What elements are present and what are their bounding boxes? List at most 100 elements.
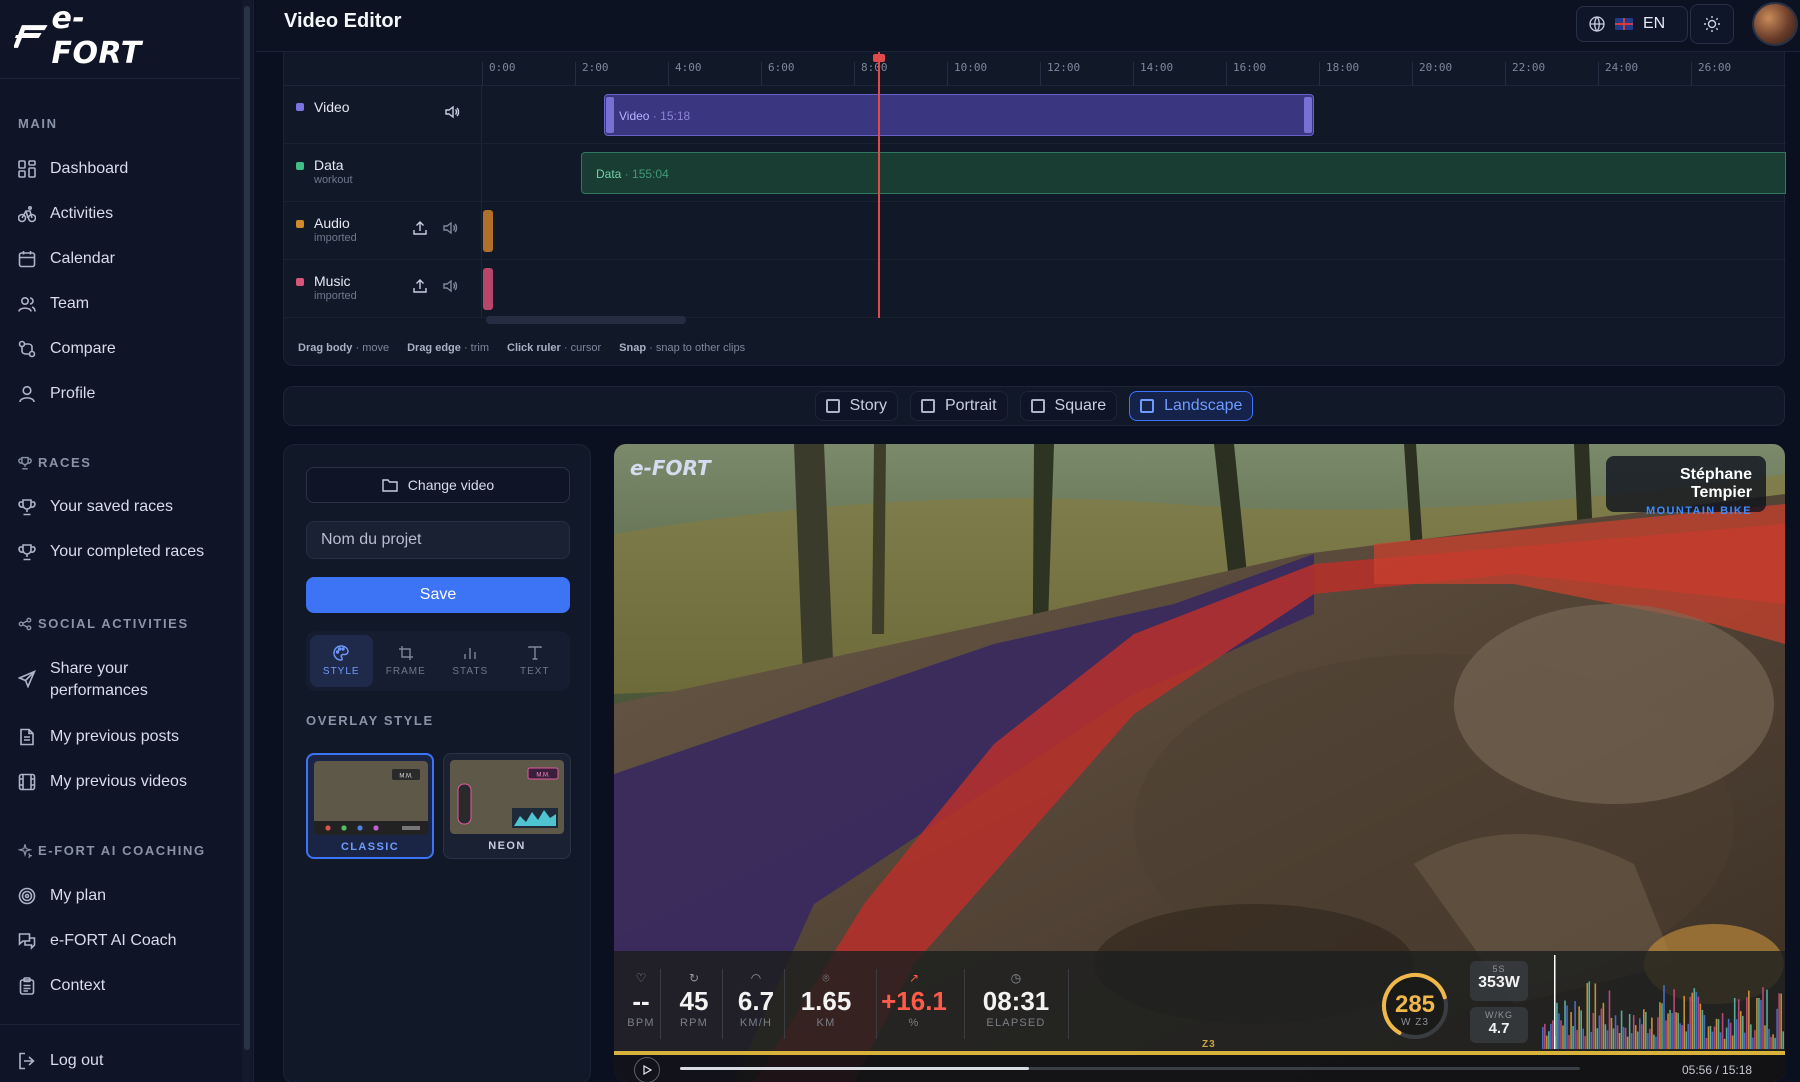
sidebar-item-calendar[interactable]: Calendar [18, 248, 238, 270]
timer-icon: ◷ [1010, 971, 1022, 985]
volume-icon[interactable] [442, 278, 458, 294]
sparkline-bar [1695, 991, 1698, 1049]
brand-logo[interactable]: e-FORT [14, 1, 174, 71]
style-option-neon[interactable]: M.M. NEON [443, 753, 571, 859]
track-video: Video Video · 15:18 [284, 86, 1786, 144]
stat-value: 45 [679, 986, 709, 1016]
tab-frame[interactable]: FRAME [375, 635, 438, 687]
sidebar-item-label: Calendar [50, 250, 115, 267]
tab-text[interactable]: TEXT [504, 635, 567, 687]
format-landscape-button[interactable]: Landscape [1129, 391, 1254, 421]
upload-icon[interactable] [412, 278, 428, 294]
track-name: Video [314, 99, 350, 115]
power-value: 285 [1394, 991, 1436, 1018]
volume-icon[interactable] [442, 220, 458, 236]
stat-divider [784, 969, 785, 1039]
sidebar-item-activities[interactable]: Activities [18, 203, 238, 225]
sparkline-bar [1588, 981, 1591, 1049]
sidebar-item-label: Profile [50, 385, 96, 402]
sparkline-bar [1564, 1000, 1566, 1049]
theme-toggle-button[interactable] [1690, 4, 1734, 44]
sparkline-bar [1610, 1017, 1613, 1049]
sparkline-bar [1687, 1023, 1690, 1049]
globe-icon [1589, 16, 1605, 32]
sidebar-scrollbar-thumb[interactable] [244, 6, 250, 1050]
sparkline-bar [1556, 1002, 1558, 1049]
clip-trim-handle-left[interactable] [606, 97, 614, 133]
format-portrait-button[interactable]: Portrait [909, 391, 1008, 421]
sparkline-bar [1580, 1010, 1582, 1049]
sidebar-item-previous-posts[interactable]: My previous posts [18, 726, 238, 748]
sidebar-item-previous-videos[interactable]: My previous videos [18, 771, 238, 793]
sparkline-bar [1542, 1027, 1544, 1049]
tab-style[interactable]: STYLE [310, 635, 373, 687]
style-option-classic[interactable]: M.M. CLASSIC [306, 753, 434, 859]
clip-trim-handle-right[interactable] [1304, 97, 1312, 133]
sparkline-bar [1566, 1005, 1568, 1049]
sparkline-bar [1725, 1027, 1728, 1049]
music-clip[interactable] [483, 268, 493, 310]
save-button[interactable]: Save [306, 577, 570, 613]
language-selector[interactable]: EN [1576, 6, 1688, 42]
upload-icon[interactable] [412, 220, 428, 236]
thumbnail-badge-text: M.M. [399, 774, 413, 780]
tab-label: FRAME [385, 666, 426, 677]
ruler-tick: 4:00 [668, 62, 702, 86]
stat-cadence: ↻ 45 RPM [659, 971, 729, 1029]
film-icon [18, 773, 36, 791]
video-preview[interactable]: e-FORT Stéphane Tempier MOUNTAIN BIKE ♡ … [614, 444, 1785, 1082]
sidebar-item-ai-coach[interactable]: e-FORT AI Coach [18, 930, 238, 952]
track-name: Data [314, 157, 344, 173]
sparkline-bar [1558, 1013, 1560, 1049]
sparkline-bar [1713, 1026, 1716, 1049]
thumbnail-badge-text: M.M. [536, 773, 550, 779]
data-clip[interactable]: Data · 155:04 [581, 152, 1786, 194]
audio-clip[interactable] [483, 210, 493, 252]
sparkline-bar [1570, 1012, 1572, 1049]
change-video-button[interactable]: Change video [306, 467, 570, 503]
ruler-tick: 16:00 [1226, 62, 1266, 86]
sparkline-bar [1679, 1023, 1681, 1049]
sparkline-bar [1746, 997, 1748, 1049]
sparkline-bar [1735, 1019, 1738, 1049]
ruler-tick: 18:00 [1319, 62, 1359, 86]
sidebar-item-dashboard[interactable]: Dashboard [18, 158, 238, 180]
section-social-label: SOCIAL ACTIVITIES [38, 616, 189, 631]
timeline-ruler[interactable]: 0:00 2:00 4:00 6:00 8:00 10:00 12:00 14:… [284, 52, 1786, 86]
ruler-tick: 14:00 [1133, 62, 1173, 86]
sparkline-bar [1665, 1020, 1667, 1049]
sidebar-item-share-performances[interactable]: Share your performances [18, 658, 238, 702]
timeline-scrollbar[interactable] [486, 316, 686, 324]
sparkline-bar [1560, 1020, 1562, 1049]
logout-button[interactable]: Log out [18, 1050, 238, 1072]
seek-bar[interactable] [680, 1067, 1580, 1070]
format-selector: Story Portrait Square Landscape [283, 386, 1785, 426]
volume-icon[interactable] [444, 104, 460, 120]
power-zone: W Z3 [1401, 1017, 1429, 1028]
sidebar-item-label: e-FORT AI Coach [50, 932, 177, 949]
sidebar-item-compare[interactable]: Compare [18, 338, 238, 360]
video-clip[interactable]: Video · 15:18 [604, 94, 1314, 136]
sidebar-item-profile[interactable]: Profile [18, 383, 238, 405]
user-avatar[interactable] [1752, 2, 1798, 46]
section-races: RACES [18, 455, 92, 470]
playhead[interactable] [878, 52, 880, 318]
format-square-button[interactable]: Square [1019, 391, 1118, 421]
sidebar-item-saved-races[interactable]: Your saved races [18, 496, 238, 518]
track-color-dot [296, 103, 304, 111]
tab-stats[interactable]: STATS [439, 635, 502, 687]
stat-value: 08:31 [982, 986, 1050, 1016]
sparkline-bar [1701, 1009, 1704, 1049]
sidebar-item-my-plan[interactable]: My plan [18, 885, 238, 907]
project-name-input[interactable] [306, 521, 570, 559]
sparkline-bar [1703, 1015, 1706, 1049]
sidebar-item-team[interactable]: Team [18, 293, 238, 315]
format-story-button[interactable]: Story [814, 391, 898, 421]
track-sub: imported [314, 290, 357, 302]
sparkline-bar [1782, 1031, 1784, 1049]
sparkline-bar [1733, 998, 1736, 1049]
sidebar-item-completed-races[interactable]: Your completed races [18, 541, 238, 563]
play-button[interactable] [634, 1057, 660, 1082]
chat-icon [18, 933, 36, 950]
sidebar-item-context[interactable]: Context [18, 975, 238, 997]
